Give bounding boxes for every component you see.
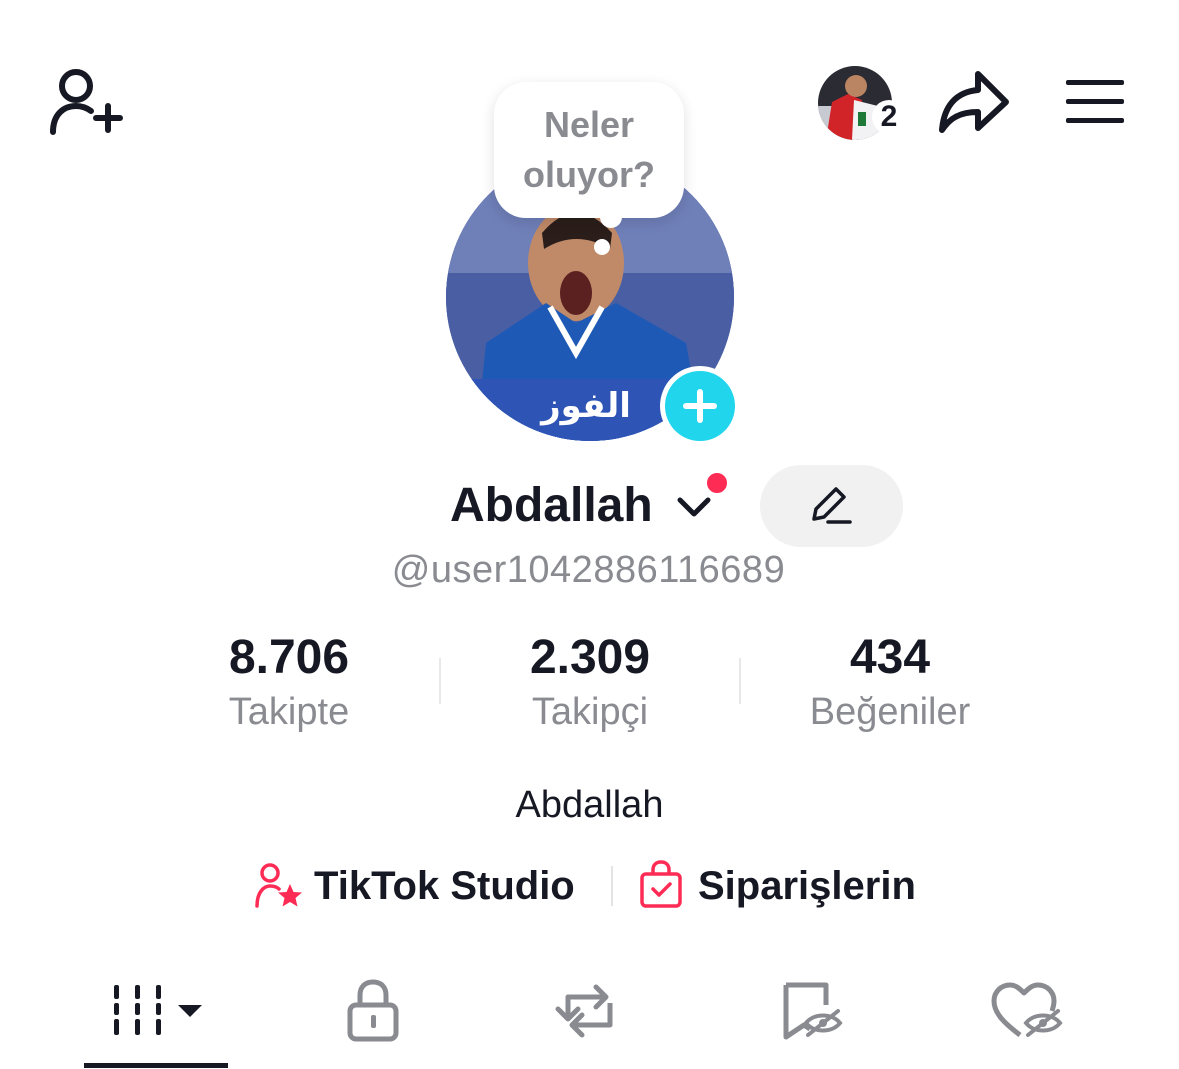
links-divider xyxy=(611,866,613,906)
stat-label: Beğeniler xyxy=(809,691,971,733)
tab-reposts[interactable] xyxy=(546,975,632,1065)
stat-likes[interactable]: 434 Beğeniler xyxy=(740,630,1040,738)
tab-videos[interactable] xyxy=(84,975,228,1065)
notification-dot xyxy=(704,470,730,496)
avatar-caption: الفوز نقفل xyxy=(540,386,632,441)
video-grid-icon xyxy=(114,985,202,1035)
tab-liked[interactable] xyxy=(984,975,1070,1065)
profile-name[interactable]: Abdallah xyxy=(450,476,653,536)
share-button[interactable] xyxy=(936,66,1012,136)
tiktok-studio-label: TikTok Studio xyxy=(314,864,575,908)
add-story-button[interactable] xyxy=(660,366,740,446)
share-arrow-icon xyxy=(939,71,1009,133)
pencil-icon xyxy=(812,487,852,524)
status-bubble[interactable]: Neler oluyor? xyxy=(494,82,684,218)
creator-star-icon xyxy=(255,863,302,908)
active-tab-indicator xyxy=(84,1063,228,1068)
heart-hidden-icon xyxy=(991,982,1063,1037)
tab-favorites[interactable] xyxy=(766,975,852,1065)
hamburger-menu-icon xyxy=(1066,80,1124,123)
username-row: @user1042886116689 xyxy=(0,544,1179,596)
stat-following[interactable]: 8.706 Takipte xyxy=(139,630,439,738)
bubble-line-1: Neler xyxy=(543,104,635,145)
stat-value: 8.706 xyxy=(228,631,350,684)
edit-profile-button[interactable] xyxy=(760,465,903,547)
bookmark-hidden-icon xyxy=(783,982,843,1040)
orders-link[interactable]: Siparişlerin xyxy=(638,856,938,916)
menu-button[interactable] xyxy=(1064,78,1126,126)
story-count-badge: 2 xyxy=(872,100,906,134)
bubble-tail-dot xyxy=(594,239,610,255)
chevron-down-icon[interactable] xyxy=(674,490,714,524)
person-plus-icon xyxy=(50,69,123,135)
plus-icon xyxy=(665,371,735,441)
stat-value: 434 xyxy=(849,631,931,684)
bubble-line-2: oluyor? xyxy=(523,154,655,195)
stat-value: 2.309 xyxy=(529,631,651,684)
stat-label: Takipçi xyxy=(531,691,649,733)
lock-icon xyxy=(347,979,399,1042)
stat-followers[interactable]: 2.309 Takipçi xyxy=(440,630,740,738)
add-friend-button[interactable] xyxy=(44,64,124,138)
shopping-bag-icon xyxy=(640,860,682,908)
tiktok-studio-link[interactable]: TikTok Studio xyxy=(254,856,594,916)
orders-label: Siparişlerin xyxy=(698,864,916,908)
stat-label: Takipte xyxy=(228,691,350,733)
tab-private[interactable] xyxy=(330,975,416,1065)
profile-bio: Abdallah xyxy=(515,784,664,826)
username: @user1042886116689 xyxy=(391,549,786,591)
repost-icon xyxy=(555,984,613,1038)
